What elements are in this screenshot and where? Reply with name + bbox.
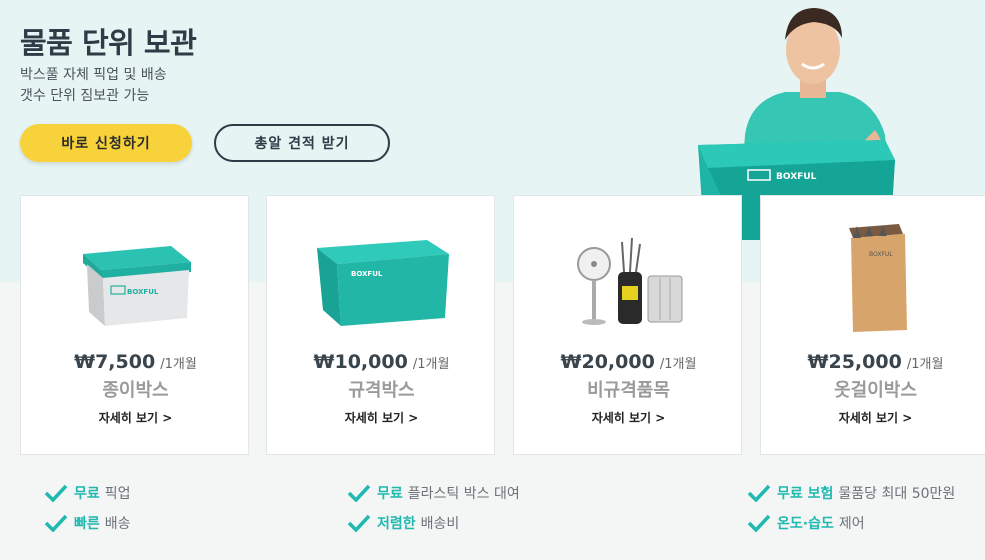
feature-text: 배송 [104, 516, 131, 532]
feature-highlight: 온도·습도 [777, 516, 834, 532]
product-period: /1개월 [412, 357, 450, 372]
check-icon [747, 484, 771, 502]
wardrobe-box-image: BOXFUL [849, 224, 907, 332]
view-details-link[interactable]: 자세히 보기 > [761, 409, 985, 426]
product-price: ₩7,500 [74, 351, 156, 373]
check-icon [347, 484, 371, 502]
feature-highlight: 저렴한 [377, 516, 416, 532]
svg-text:BOXFUL: BOXFUL [351, 270, 383, 278]
feature-highlight: 무료 [377, 486, 403, 502]
product-price: ₩20,000 [560, 351, 655, 373]
feature-item: 무료 픽업 [44, 483, 131, 503]
feature-item: 빠른 배송 [44, 513, 131, 533]
get-quote-button[interactable]: 총알 견적 받기 [214, 124, 390, 162]
feature-highlight: 빠른 [74, 516, 100, 532]
product-card-irregular-items[interactable]: ₩20,000 /1개월 비규격품목 자세히 보기 > [513, 195, 742, 455]
hero-subtitle-line2: 갯수 단위 짐보관 가능 [20, 88, 150, 104]
feature-item: 무료 플라스틱 박스 대여 [347, 483, 520, 503]
product-name: 종이박스 [102, 380, 169, 401]
feature-text: 배송비 [420, 516, 460, 532]
feature-highlight: 무료 [74, 486, 100, 502]
svg-text:BOXFUL: BOXFUL [869, 251, 893, 258]
apply-now-button[interactable]: 바로 신청하기 [20, 124, 192, 162]
paper-box-image: BOXFUL [83, 246, 191, 326]
product-price: ₩10,000 [313, 351, 408, 373]
check-icon [44, 514, 68, 532]
product-period: /1개월 [659, 357, 697, 372]
product-period: /1개월 [160, 357, 197, 372]
feature-text: 물품당 최대 50만원 [838, 486, 956, 502]
view-details-link[interactable]: 자세히 보기 > [514, 409, 743, 426]
view-details-link[interactable]: 자세히 보기 > [21, 409, 250, 426]
hero-box-brand: BOXFUL [776, 172, 817, 182]
product-name: 비규격품목 [587, 380, 670, 401]
hero-subtitle-line1: 박스풀 자체 픽업 및 배송 [20, 67, 167, 83]
page-title: 물품 단위 보관 [20, 26, 197, 60]
check-icon [747, 514, 771, 532]
product-price: ₩25,000 [807, 351, 902, 373]
irregular-items-image [577, 237, 683, 325]
view-details-link[interactable]: 자세히 보기 > [267, 409, 496, 426]
feature-item: 무료 보험 물품당 최대 50만원 [747, 483, 955, 503]
feature-text: 플라스틱 박스 대여 [407, 486, 520, 502]
product-period: /1개월 [906, 357, 944, 372]
feature-item: 저렴한 배송비 [347, 513, 459, 533]
svg-text:BOXFUL: BOXFUL [127, 288, 159, 296]
feature-text: 제어 [838, 516, 865, 532]
product-name: 옷걸이박스 [834, 380, 917, 401]
feature-item: 온도·습도 제어 [747, 513, 865, 533]
product-card-wardrobe-box[interactable]: BOXFUL ₩25,000 /1개월 옷걸이박스 자세히 보기 > [760, 195, 985, 455]
product-card-paper-box[interactable]: BOXFUL ₩7,500 /1개월 종이박스 자세히 보기 > [20, 195, 249, 455]
check-icon [347, 514, 371, 532]
product-card-standard-box[interactable]: BOXFUL ₩10,000 /1개월 규격박스 자세히 보기 > [266, 195, 495, 455]
check-icon [44, 484, 68, 502]
product-name: 규격박스 [348, 380, 415, 401]
feature-text: 픽업 [104, 486, 131, 502]
plastic-box-image: BOXFUL [317, 240, 449, 326]
feature-highlight: 무료 보험 [777, 486, 834, 502]
